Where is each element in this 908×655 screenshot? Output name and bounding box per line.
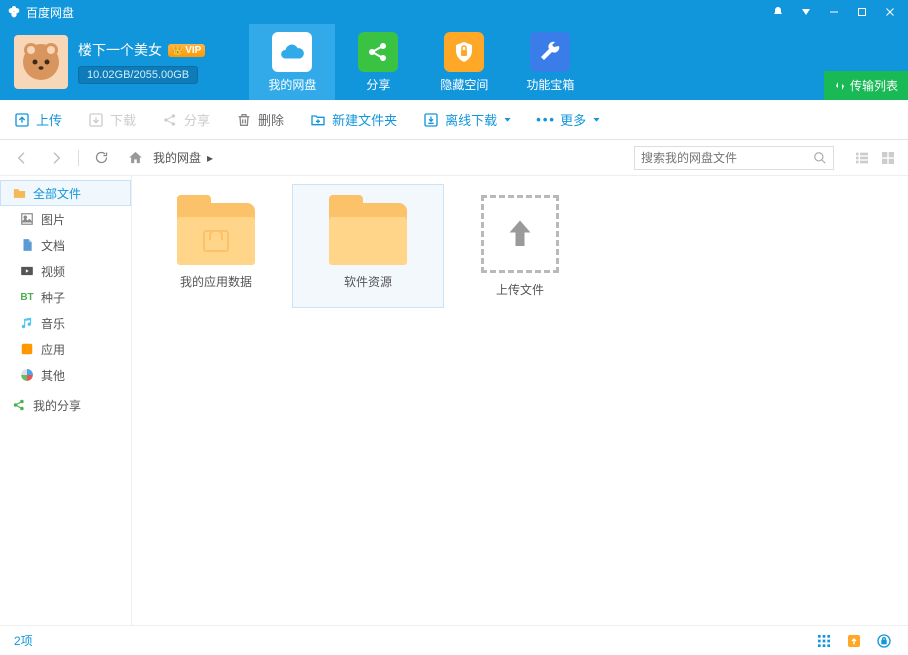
more-button[interactable]: ••• 更多: [538, 110, 601, 129]
search-icon[interactable]: [813, 151, 827, 165]
doc-icon: [19, 237, 35, 253]
breadcrumb-root[interactable]: 我的网盘: [153, 149, 201, 166]
home-icon[interactable]: [123, 146, 147, 170]
sidebar-item-others[interactable]: 其他: [0, 362, 131, 388]
refresh-button[interactable]: [89, 146, 113, 170]
chevron-down-icon: [592, 115, 601, 124]
view-grid-button[interactable]: [878, 148, 898, 168]
shield-icon: [444, 32, 484, 72]
close-button[interactable]: [876, 0, 904, 24]
share-icon: [358, 32, 398, 72]
upload-tile[interactable]: 上传文件: [444, 184, 596, 308]
more-icon: •••: [538, 112, 554, 128]
tab-my-disk[interactable]: 我的网盘: [249, 24, 335, 100]
sidebar: 全部文件 图片 文档 视频 BT 种子 音乐 应用 其他: [0, 176, 132, 625]
share-icon: [162, 112, 178, 128]
notification-icon[interactable]: [764, 0, 792, 24]
share-button[interactable]: 分享: [162, 110, 210, 129]
back-button[interactable]: [10, 146, 34, 170]
username: 楼下一个美女: [78, 40, 162, 60]
app-icon: [19, 341, 35, 357]
action-toolbar: 上传 下载 分享 删除 新建文件夹 离线下载 ••• 更多: [0, 100, 908, 140]
item-count: 2项: [14, 632, 33, 649]
title-bar: 百度网盘: [0, 0, 908, 24]
status-bar: 2项: [0, 625, 908, 655]
tab-label: 分享: [366, 76, 390, 93]
trash-icon: [236, 112, 252, 128]
share-icon: [11, 397, 27, 413]
sidebar-item-all[interactable]: 全部文件: [0, 180, 131, 206]
image-icon: [19, 211, 35, 227]
minimize-button[interactable]: [820, 0, 848, 24]
header: 楼下一个美女 VIP 10.02GB/2055.00GB 我的网盘 分享 隐藏空…: [0, 24, 908, 100]
status-grid-icon[interactable]: [814, 631, 834, 651]
tab-label: 我的网盘: [268, 76, 316, 93]
nav-bar: 我的网盘 ▸: [0, 140, 908, 176]
delete-button[interactable]: 删除: [236, 110, 284, 129]
sidebar-item-apps[interactable]: 应用: [0, 336, 131, 362]
tab-toolbox[interactable]: 功能宝箱: [507, 24, 593, 100]
folder-item-software[interactable]: 软件资源: [292, 184, 444, 308]
status-lock-icon[interactable]: [874, 631, 894, 651]
file-grid: 我的应用数据 软件资源 上传文件: [132, 176, 908, 625]
video-icon: [19, 263, 35, 279]
upload-icon: [14, 112, 30, 128]
main-tabs: 我的网盘 分享 隐藏空间 功能宝箱: [249, 24, 593, 100]
app-title: 百度网盘: [26, 4, 74, 21]
tab-label: 功能宝箱: [526, 76, 574, 93]
tab-share[interactable]: 分享: [335, 24, 421, 100]
vip-badge[interactable]: VIP: [168, 44, 205, 57]
cloud-icon: [272, 32, 312, 72]
wrench-icon: [530, 32, 570, 72]
other-icon: [19, 367, 35, 383]
storage-quota[interactable]: 10.02GB/2055.00GB: [78, 66, 198, 84]
chevron-down-icon: [503, 115, 512, 124]
folder-icon: [11, 185, 27, 201]
sidebar-item-images[interactable]: 图片: [0, 206, 131, 232]
sidebar-item-videos[interactable]: 视频: [0, 258, 131, 284]
transfer-list-button[interactable]: 传输列表: [824, 71, 908, 100]
new-folder-icon: [310, 112, 326, 128]
forward-button[interactable]: [44, 146, 68, 170]
search-box[interactable]: [634, 146, 834, 170]
maximize-button[interactable]: [848, 0, 876, 24]
offline-download-button[interactable]: 离线下载: [423, 110, 512, 129]
new-folder-button[interactable]: 新建文件夹: [310, 110, 397, 129]
breadcrumb: 我的网盘 ▸: [123, 146, 624, 170]
bt-icon: BT: [19, 289, 35, 305]
user-block: 楼下一个美女 VIP 10.02GB/2055.00GB: [0, 35, 219, 89]
body: 全部文件 图片 文档 视频 BT 种子 音乐 应用 其他: [0, 176, 908, 625]
folder-item-appdata[interactable]: 我的应用数据: [140, 184, 292, 308]
search-input[interactable]: [641, 151, 813, 165]
sidebar-item-music[interactable]: 音乐: [0, 310, 131, 336]
tab-hidden[interactable]: 隐藏空间: [421, 24, 507, 100]
download-button[interactable]: 下载: [88, 110, 136, 129]
sidebar-my-share[interactable]: 我的分享: [0, 392, 131, 418]
dropdown-icon[interactable]: [792, 0, 820, 24]
breadcrumb-separator: ▸: [207, 151, 213, 165]
music-icon: [19, 315, 35, 331]
app-logo-icon: [6, 4, 22, 20]
upload-box-icon: [481, 195, 559, 273]
offline-download-icon: [423, 112, 439, 128]
download-icon: [88, 112, 104, 128]
upload-button[interactable]: 上传: [14, 110, 62, 129]
tab-label: 隐藏空间: [440, 76, 488, 93]
sidebar-item-bt[interactable]: BT 种子: [0, 284, 131, 310]
avatar[interactable]: [14, 35, 68, 89]
status-upload-icon[interactable]: [844, 631, 864, 651]
sidebar-item-docs[interactable]: 文档: [0, 232, 131, 258]
view-list-button[interactable]: [852, 148, 872, 168]
